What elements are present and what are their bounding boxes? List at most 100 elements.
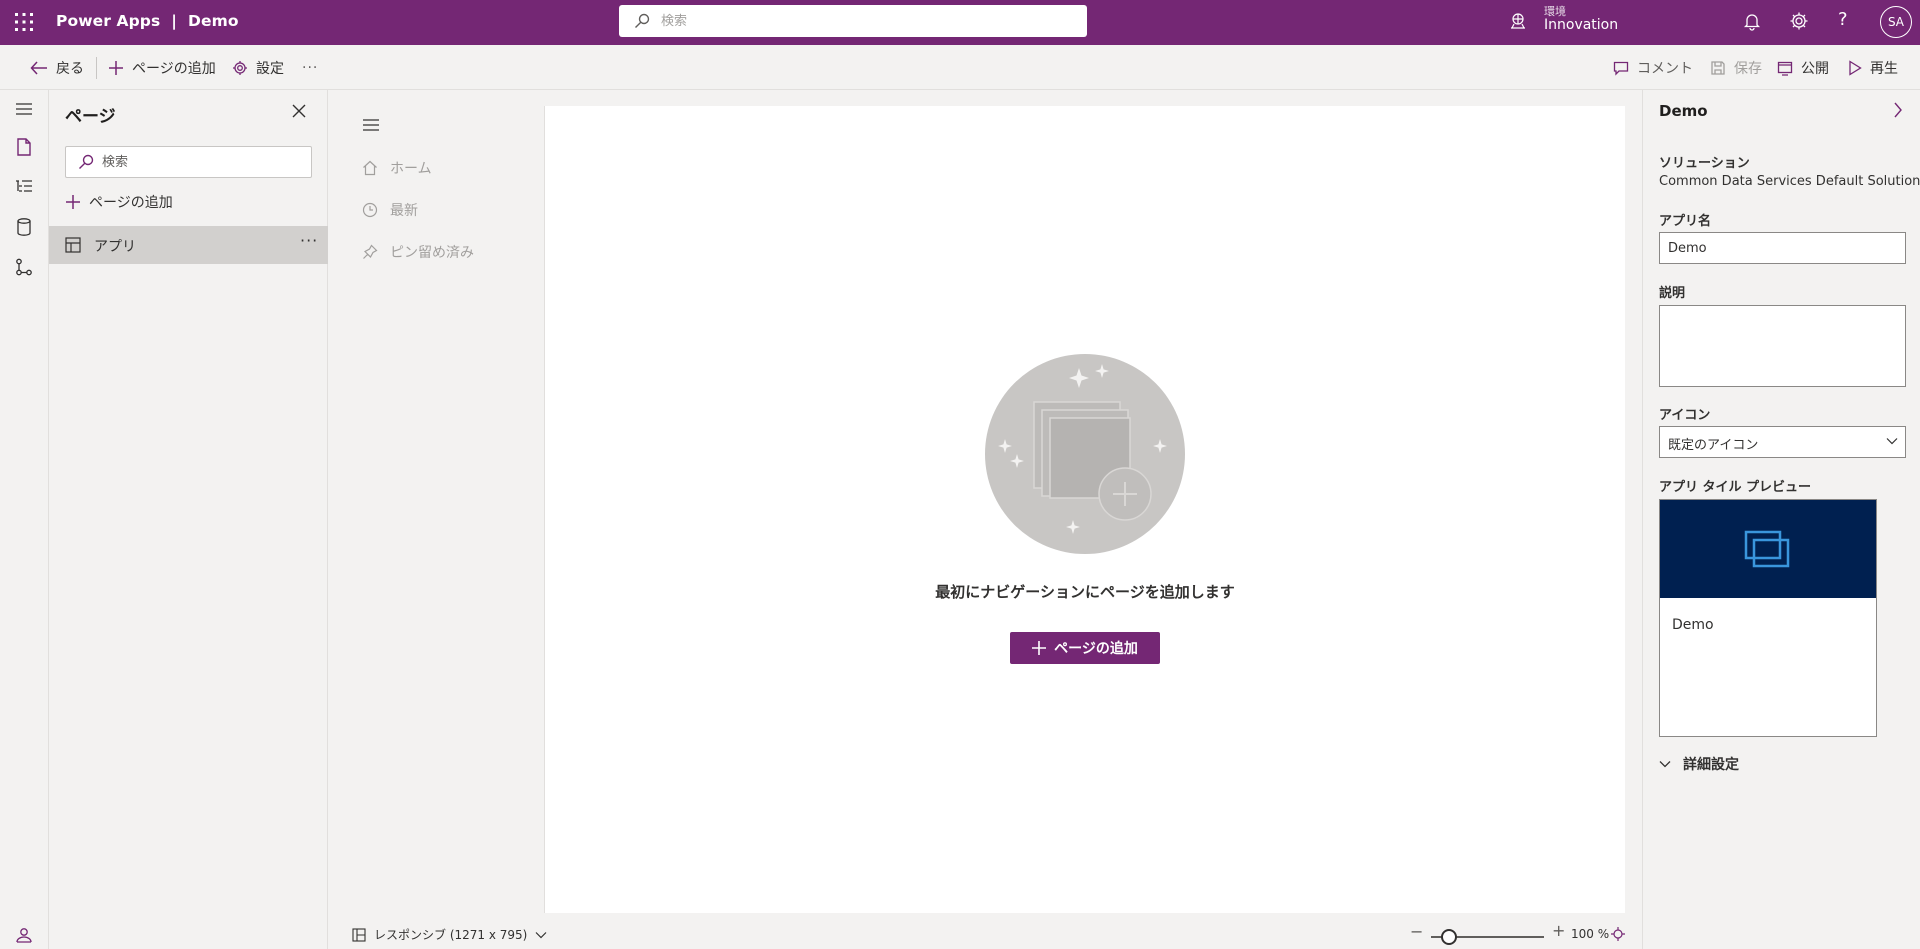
play-label: 再生 [1870, 61, 1898, 77]
add-page-link[interactable]: ページの追加 [65, 192, 173, 212]
chevron-down-icon [1659, 760, 1671, 768]
search-icon [634, 13, 650, 29]
close-icon[interactable] [292, 104, 306, 118]
add-page-button[interactable]: ページの追加 [1010, 632, 1160, 664]
search-icon [78, 154, 94, 170]
layout-selector[interactable]: レスポンシブ (1271 x 795) [352, 926, 547, 943]
user-avatar[interactable]: SA [1880, 6, 1912, 38]
add-page-button-label: ページの追加 [1054, 641, 1138, 657]
gear-icon [232, 60, 248, 76]
description-field[interactable] [1659, 305, 1906, 387]
settings-command[interactable]: 設定 [232, 56, 284, 80]
page-list-item[interactable]: アプリ ··· [49, 226, 328, 264]
top-header: Power Apps | Demo 環境 Innovation ? SA [0, 0, 1920, 45]
play-icon [1848, 60, 1862, 76]
home-icon [362, 160, 378, 176]
add-page-command[interactable]: ページの追加 [108, 56, 216, 80]
plus-icon [108, 60, 124, 76]
zoom-in-button[interactable]: + [1552, 921, 1565, 940]
app-layout-icon [65, 237, 81, 253]
save-command[interactable]: 保存 [1710, 56, 1762, 80]
solution-label: ソリューション [1659, 156, 1750, 171]
publish-label: 公開 [1801, 61, 1829, 77]
tile-header [1660, 500, 1876, 598]
pages-panel: ページ ページの追加 アプリ ··· [49, 90, 328, 949]
nav-preview-recent-label: 最新 [390, 203, 418, 219]
properties-title: Demo [1659, 102, 1708, 120]
page-icon [16, 138, 32, 156]
app-tile-preview: Demo [1659, 499, 1877, 737]
more-commands-button[interactable]: ··· [302, 56, 318, 80]
icon-dropdown[interactable]: 既定のアイコン [1659, 426, 1906, 458]
navigation-preview: ホーム 最新 ピン留め済み [346, 106, 545, 913]
back-button[interactable]: 戻る [30, 56, 84, 80]
save-label: 保存 [1734, 61, 1762, 77]
help-icon[interactable]: ? [1838, 9, 1848, 30]
nav-preview-home: ホーム [362, 158, 432, 178]
page-item-more-button[interactable]: ··· [300, 231, 318, 250]
tree-view-icon [15, 179, 33, 195]
arrow-left-icon [30, 61, 48, 75]
pin-icon [362, 244, 378, 260]
pages-panel-title: ページ [65, 107, 116, 127]
rail-navigation-button[interactable] [0, 168, 48, 206]
left-rail [0, 90, 49, 949]
environment-name[interactable]: Innovation [1544, 17, 1618, 33]
tile-app-name: Demo [1672, 617, 1714, 633]
empty-state-message: 最初にナビゲーションにページを追加します [935, 583, 1235, 601]
zoom-slider-thumb[interactable] [1441, 929, 1457, 945]
empty-state-illustration [985, 354, 1185, 554]
fit-to-screen-icon[interactable] [1611, 927, 1625, 941]
publish-icon [1777, 60, 1793, 76]
global-search[interactable] [619, 5, 1087, 37]
app-title[interactable]: Power Apps | Demo [56, 12, 239, 30]
comment-command[interactable]: コメント [1613, 56, 1693, 80]
plus-icon [1032, 641, 1047, 655]
layout-icon [352, 927, 366, 942]
properties-panel: Demo ソリューション Common Data Services Defaul… [1642, 90, 1920, 949]
rail-data-button[interactable] [0, 208, 48, 246]
rail-menu-button[interactable] [0, 90, 48, 128]
zoom-out-button[interactable]: − [1410, 922, 1423, 941]
chevron-down-icon [535, 931, 547, 939]
plus-icon [65, 194, 81, 210]
nav-preview-recent: 最新 [362, 200, 418, 220]
play-command[interactable]: 再生 [1848, 56, 1898, 80]
chevron-right-icon[interactable] [1893, 102, 1903, 118]
command-bar: 戻る ページの追加 設定 ··· コメント 保存 公開 再生 [0, 45, 1920, 90]
nav-preview-pinned: ピン留め済み [362, 242, 474, 262]
rail-pages-button[interactable] [0, 128, 48, 166]
nav-hamburger-icon[interactable] [362, 118, 380, 132]
description-label: 説明 [1659, 286, 1686, 301]
global-search-input[interactable] [661, 9, 1061, 33]
app-launcher-icon[interactable] [14, 12, 34, 32]
app-name-field[interactable] [1659, 232, 1906, 264]
hamburger-icon [15, 102, 33, 116]
command-separator [96, 57, 97, 79]
page-canvas: 最初にナビゲーションにページを追加します ページの追加 [545, 106, 1625, 913]
save-icon [1710, 60, 1726, 76]
solution-value: Common Data Services Default Solution [1659, 174, 1920, 189]
comment-icon [1613, 60, 1629, 76]
zoom-value: 100 % [1571, 927, 1610, 941]
advanced-settings-toggle[interactable]: 詳細設定 [1659, 754, 1739, 774]
chevron-down-icon [1886, 437, 1898, 445]
pages-search-input[interactable] [102, 152, 302, 172]
tile-preview-label: アプリ タイル プレビュー [1659, 480, 1812, 495]
notifications-bell-icon[interactable] [1742, 11, 1762, 31]
clock-icon [362, 202, 378, 218]
icon-label: アイコン [1659, 408, 1711, 423]
settings-gear-icon[interactable] [1789, 11, 1809, 31]
publish-command[interactable]: 公開 [1777, 56, 1829, 80]
page-list-item-label: アプリ [94, 239, 136, 255]
rail-automate-button[interactable] [0, 248, 48, 286]
advanced-settings-label: 詳細設定 [1683, 757, 1739, 773]
back-label: 戻る [56, 61, 84, 77]
pages-search[interactable] [65, 146, 312, 178]
layout-selector-label: レスポンシブ (1271 x 795) [374, 928, 528, 942]
icon-dropdown-value: 既定のアイコン [1668, 438, 1759, 453]
database-icon [17, 218, 31, 236]
status-bar: レスポンシブ (1271 x 795) − + 100 % [328, 919, 1642, 949]
virtual-agent-icon[interactable] [15, 925, 33, 943]
flow-icon [15, 258, 33, 276]
